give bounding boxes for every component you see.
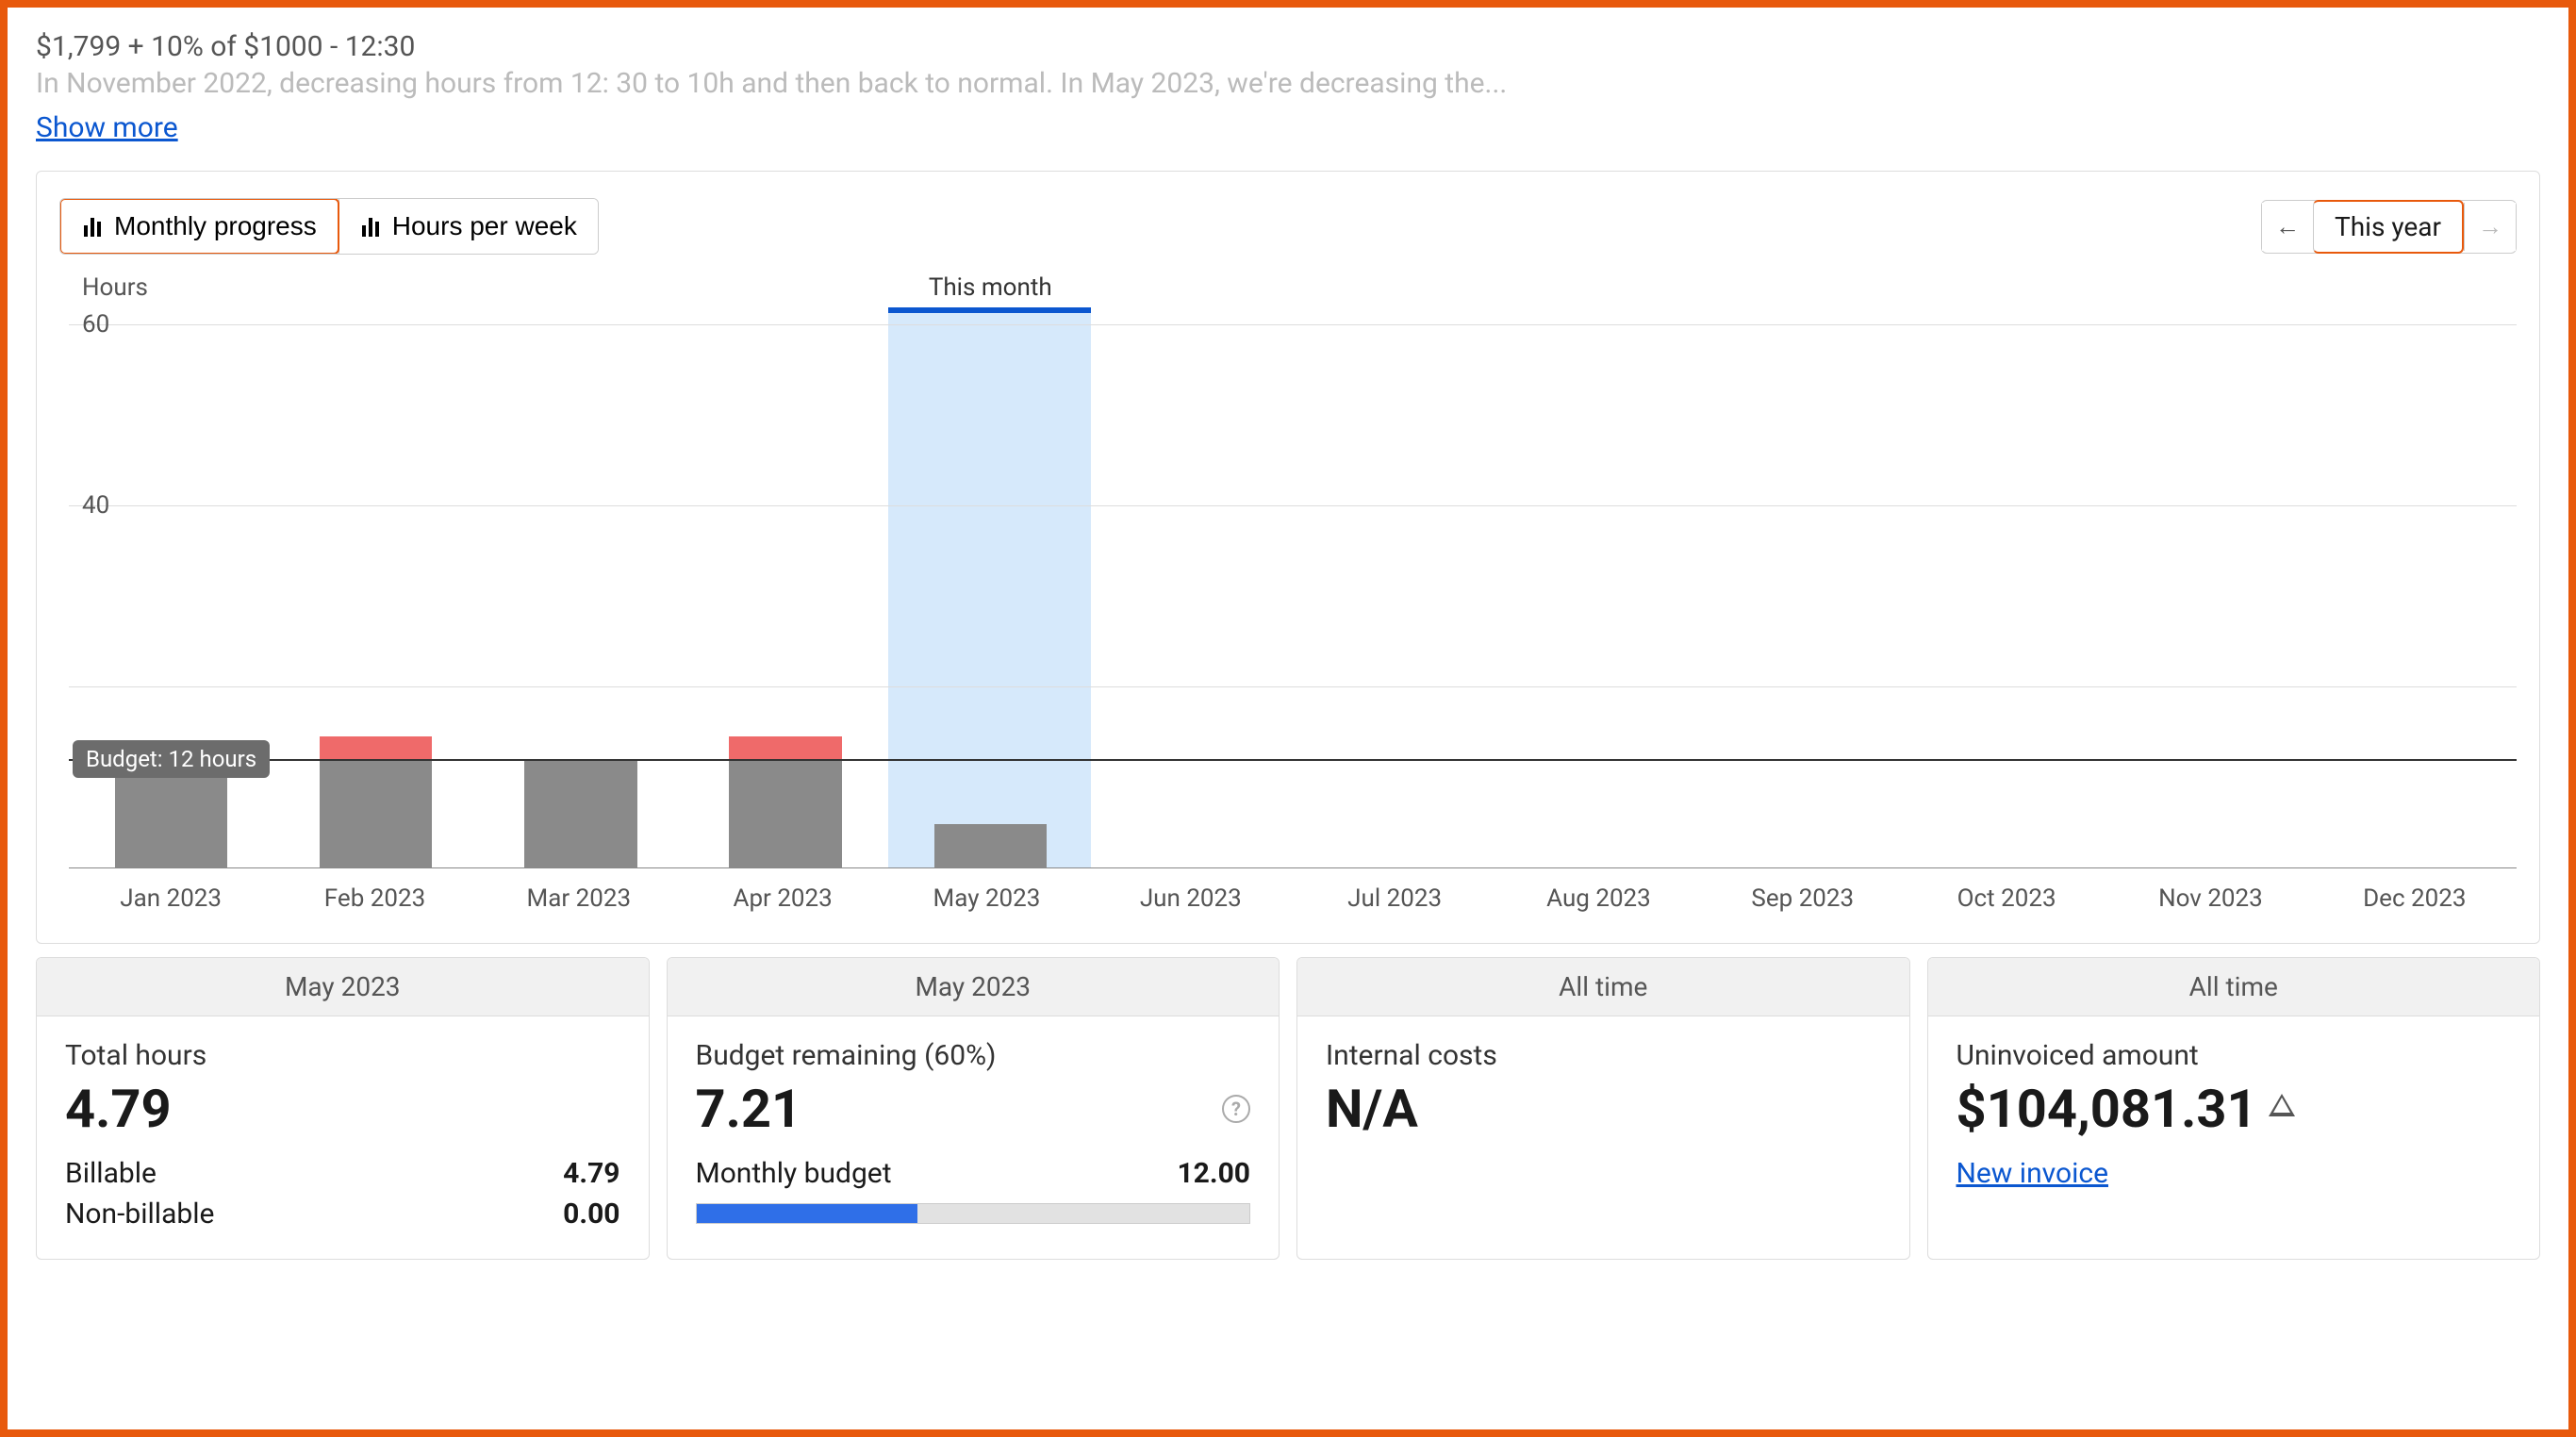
y-tick: 60: [82, 310, 109, 339]
bar-within: [524, 759, 636, 867]
budget-line: [69, 759, 2517, 761]
baseline: [69, 867, 2517, 868]
chart-tab-group: Monthly progress Hours per week: [59, 198, 599, 255]
x-tick: Sep 2023: [1701, 884, 1905, 913]
chart-card: Monthly progress Hours per week ← This y…: [36, 171, 2540, 944]
budget-progress-fill: [697, 1204, 918, 1223]
x-axis: Jan 2023Feb 2023Mar 2023Apr 2023May 2023…: [59, 884, 2517, 913]
x-tick: Jan 2023: [69, 884, 272, 913]
card-period: All time: [1928, 958, 2540, 1016]
bar-within: [934, 824, 1047, 867]
x-tick: Apr 2023: [681, 884, 884, 913]
x-tick: Jul 2023: [1293, 884, 1496, 913]
gridline: [69, 686, 2517, 687]
card-title: Uninvoiced amount: [1957, 1039, 2512, 1072]
gridline: [69, 324, 2517, 325]
x-tick: Mar 2023: [477, 884, 681, 913]
current-month-highlight: [888, 313, 1091, 867]
this-month-label: This month: [929, 273, 1052, 302]
year-next-button[interactable]: →: [2464, 203, 2516, 251]
bar-chart-icon: [360, 216, 381, 237]
card-total-hours: May 2023 Total hours 4.79 Billable 4.79 …: [36, 957, 650, 1260]
x-tick: Nov 2023: [2108, 884, 2312, 913]
header-rate-line: $1,799 + 10% of $1000 - 12:30: [36, 30, 2540, 63]
this-month-underline: [888, 307, 1091, 313]
card-value: 4.79: [65, 1078, 620, 1140]
row-value: 0.00: [563, 1198, 619, 1231]
x-tick: Oct 2023: [1905, 884, 2108, 913]
bar-over: [320, 736, 432, 759]
card-budget-remaining: May 2023 Budget remaining (60%) 7.21 ? M…: [667, 957, 1280, 1260]
tab-hours-per-week[interactable]: Hours per week: [339, 199, 598, 254]
row-label: Non-billable: [65, 1198, 214, 1231]
x-tick: Dec 2023: [2313, 884, 2517, 913]
row-value: 12.00: [1177, 1157, 1250, 1190]
row-label: Monthly budget: [696, 1157, 892, 1190]
y-axis-label: Hours: [82, 273, 148, 302]
year-prev-button[interactable]: ←: [2262, 203, 2313, 251]
x-tick: Feb 2023: [272, 884, 476, 913]
x-tick: May 2023: [884, 884, 1088, 913]
year-label[interactable]: This year: [2313, 200, 2464, 254]
card-title: Internal costs: [1326, 1039, 1881, 1072]
help-icon[interactable]: ?: [1222, 1095, 1250, 1123]
gridline: [69, 505, 2517, 506]
card-value: $104,081.31: [1957, 1078, 2512, 1140]
tab-label: Hours per week: [392, 211, 577, 241]
arrow-left-icon: ←: [2275, 212, 2300, 240]
card-value: 7.21 ?: [696, 1078, 1251, 1140]
card-period: All time: [1297, 958, 1909, 1016]
bar-within: [320, 759, 432, 867]
chart-toolbar: Monthly progress Hours per week ← This y…: [59, 198, 2517, 255]
row-label: Billable: [65, 1157, 157, 1190]
new-invoice-link[interactable]: New invoice: [1957, 1157, 2108, 1190]
card-title: Total hours: [65, 1039, 620, 1072]
card-uninvoiced: All time Uninvoiced amount $104,081.31 N…: [1927, 957, 2541, 1260]
card-title: Budget remaining (60%): [696, 1039, 1251, 1072]
row-nonbillable: Non-billable 0.00: [65, 1198, 620, 1231]
card-period: May 2023: [668, 958, 1280, 1016]
bar-within: [729, 759, 841, 867]
arrow-right-icon: →: [2478, 212, 2502, 240]
card-value: N/A: [1326, 1078, 1881, 1140]
x-tick: Jun 2023: [1089, 884, 1293, 913]
x-tick: Aug 2023: [1496, 884, 1700, 913]
tab-monthly-progress[interactable]: Monthly progress: [59, 198, 339, 255]
row-billable: Billable 4.79: [65, 1157, 620, 1190]
tab-label: Monthly progress: [114, 211, 317, 241]
card-period: May 2023: [37, 958, 649, 1016]
y-tick: 40: [82, 491, 109, 520]
year-nav: ← This year →: [2261, 200, 2517, 254]
header-desc-line: In November 2022, decreasing hours from …: [36, 67, 2540, 100]
budget-progress-bar: [696, 1203, 1251, 1224]
app-frame: $1,799 + 10% of $1000 - 12:30 In Novembe…: [0, 0, 2576, 1437]
warning-icon: [2269, 1094, 2295, 1116]
bar-chart-icon: [82, 216, 103, 237]
card-internal-costs: All time Internal costs N/A: [1296, 957, 1910, 1260]
chart-plot-area: Hours This month 60 40 Budget: 12 hours: [59, 273, 2517, 867]
budget-label: Budget: 12 hours: [73, 740, 270, 778]
row-value: 4.79: [563, 1157, 619, 1190]
summary-cards-row: May 2023 Total hours 4.79 Billable 4.79 …: [36, 957, 2540, 1260]
bar-over: [729, 736, 841, 759]
row-monthly-budget: Monthly budget 12.00: [696, 1157, 1251, 1190]
show-more-link[interactable]: Show more: [36, 111, 178, 144]
